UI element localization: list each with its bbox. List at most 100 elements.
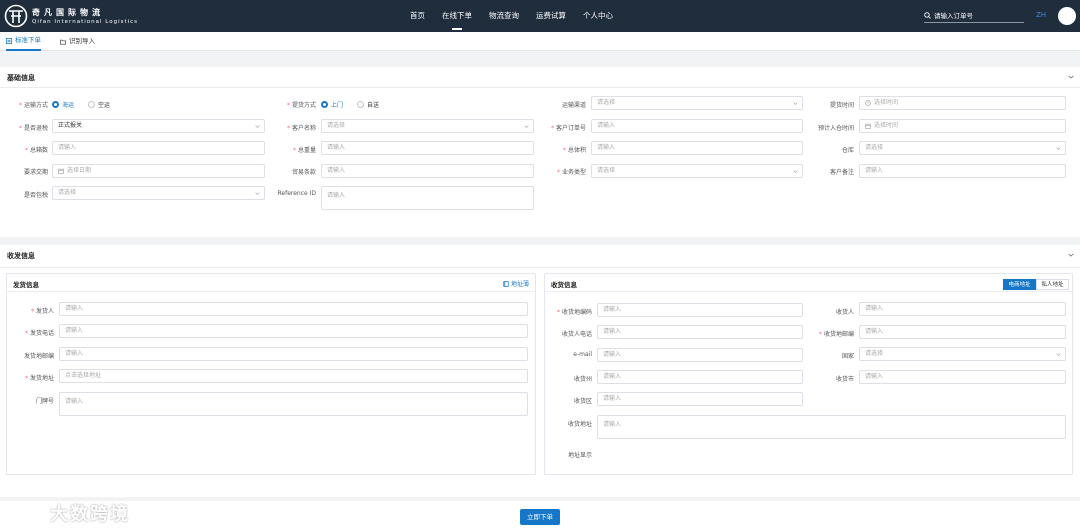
deadline-picker[interactable]: 选择日期 <box>52 164 265 178</box>
chevron-down-icon[interactable] <box>1068 74 1074 80</box>
label-volume: * 总体积 <box>562 147 586 154</box>
seg-ecommerce-address[interactable]: 电商地址 <box>1003 279 1036 290</box>
tab-standard-order[interactable]: 标准下单 <box>6 32 41 51</box>
order-no-input[interactable]: 请输入 <box>591 119 803 133</box>
tax-select[interactable]: 请选择 <box>52 186 265 200</box>
logo[interactable]: 奇凡国际物流 Qifan International Logistics <box>4 4 138 28</box>
remark-input[interactable]: 请输入 <box>859 164 1066 178</box>
chevron-down-icon <box>1056 147 1061 150</box>
watermark-logo-icon <box>6 507 46 521</box>
nav-tracking[interactable]: 物流查询 <box>489 0 519 32</box>
chevron-down-icon <box>524 125 529 128</box>
label-warehouse: 仓库 <box>841 147 854 154</box>
tab-import[interactable]: 识别导入 <box>60 32 95 51</box>
calendar-icon <box>865 123 871 129</box>
section-title: 基础信息 <box>7 74 35 82</box>
customs-select[interactable]: 正式报关 <box>52 119 265 133</box>
receiver-input[interactable]: 请输入 <box>859 302 1066 316</box>
weight-input[interactable]: 请输入 <box>321 141 534 155</box>
label-boxes: * 总箱数 <box>24 147 48 154</box>
email-input[interactable]: 请输入 <box>597 348 803 362</box>
sender-title: 发货信息 <box>13 281 39 289</box>
watermark: 大数跨境 <box>6 500 130 526</box>
nav-freight-calc[interactable]: 运费试算 <box>536 0 566 32</box>
label-email: e-mail <box>573 351 592 358</box>
label-door-no: 门牌号 <box>35 398 54 405</box>
label-tax: 是否包税 <box>23 192 48 199</box>
label-biz-type: * 业务类型 <box>556 169 586 176</box>
trade-input[interactable]: 请输入 <box>321 164 534 178</box>
label-deadline: 要求交期 <box>23 169 48 176</box>
sender-address-picker[interactable]: 点击选择地址 <box>59 369 528 383</box>
tab-label: 识别导入 <box>69 37 95 45</box>
radio-door-pickup[interactable]: 上门 <box>321 100 343 109</box>
label-sender-zip: 发货地邮编 <box>23 353 54 360</box>
seg-private-address[interactable]: 私人地址 <box>1036 279 1069 290</box>
label-receiver-phone: 收货人电话 <box>561 331 592 338</box>
boxes-input[interactable]: 请输入 <box>52 141 265 155</box>
address-book-link[interactable]: 地址薄 <box>503 279 529 288</box>
pickup-time-picker[interactable]: 选择时间 <box>859 96 1066 110</box>
label-receiver: 收货人 <box>835 309 854 316</box>
reference-id-textarea[interactable]: 请输入 <box>321 186 534 210</box>
order-tabs: 标准下单 识别导入 <box>0 32 1080 51</box>
tab-label: 标准下单 <box>15 36 41 44</box>
volume-input[interactable]: 请输入 <box>591 141 803 155</box>
state-input[interactable]: 请输入 <box>597 370 803 384</box>
biz-type-select[interactable]: 请选择 <box>591 164 803 178</box>
chevron-down-icon <box>255 192 260 195</box>
nav-home[interactable]: 首页 <box>410 0 425 32</box>
search-icon[interactable] <box>924 12 931 19</box>
label-reference-id: Reference ID <box>277 190 316 197</box>
label-sender-phone: * 发货电话 <box>24 330 54 337</box>
chevron-down-icon[interactable] <box>1068 252 1074 258</box>
label-sender: * 发货人 <box>30 308 54 315</box>
section-title: 收发信息 <box>7 252 35 260</box>
radio-sea[interactable]: 海运 <box>52 100 74 109</box>
clock-icon <box>865 100 871 106</box>
chevron-down-icon <box>1056 353 1061 356</box>
order-search-input[interactable] <box>934 11 1019 20</box>
door-no-textarea[interactable]: 请输入 <box>59 392 528 416</box>
label-state: 收货州 <box>573 376 592 383</box>
receiver-zip-input[interactable]: 请输入 <box>859 325 1066 339</box>
order-search <box>924 9 1024 23</box>
label-order-no: * 客户订单号 <box>550 125 586 132</box>
label-city: 收货市 <box>835 376 854 383</box>
warehouse-select[interactable]: 请选择 <box>859 141 1066 155</box>
sender-input[interactable]: 请输入 <box>59 302 528 316</box>
radio-self-delivery[interactable]: 自送 <box>357 100 379 109</box>
chevron-down-icon <box>793 102 798 105</box>
label-transport: * 运输方式 <box>18 102 48 109</box>
form-icon <box>6 37 12 44</box>
channel-select[interactable]: 请选择 <box>591 96 803 110</box>
sender-phone-input[interactable]: 请输入 <box>59 324 528 338</box>
receiver-phone-input[interactable]: 请输入 <box>597 325 803 339</box>
radio-air[interactable]: 空运 <box>88 100 110 109</box>
nav-online-order[interactable]: 在线下单 <box>442 0 472 32</box>
city-input[interactable]: 请输入 <box>859 370 1066 384</box>
sender-zip-input[interactable]: 请输入 <box>59 347 528 361</box>
label-address-display: 地址显示 <box>567 452 592 459</box>
logo-icon <box>4 4 28 28</box>
label-sender-address: * 发货地址 <box>24 375 54 382</box>
footer-bar: 立即下单 <box>0 501 1080 532</box>
label-receiver-zip: * 收货地邮编 <box>818 331 854 338</box>
top-nav-bar: 奇凡国际物流 Qifan International Logistics 首页 … <box>0 0 1080 32</box>
submit-order-button[interactable]: 立即下单 <box>520 509 560 525</box>
logo-text-cn: 奇凡国际物流 <box>32 8 104 17</box>
nav-personal-center[interactable]: 个人中心 <box>583 0 613 32</box>
label-district: 收货区 <box>573 398 592 405</box>
district-input[interactable]: 请输入 <box>597 392 803 406</box>
main-nav: 首页 在线下单 物流查询 运费试算 个人中心 <box>410 0 630 32</box>
label-weight: * 总重量 <box>292 147 316 154</box>
label-trade: 贸易条款 <box>291 169 316 176</box>
receiver-address-textarea[interactable]: 请输入 <box>597 415 1066 439</box>
avatar[interactable] <box>1058 7 1076 25</box>
customer-select[interactable]: 请选择 <box>321 119 534 133</box>
calendar-icon <box>58 168 64 174</box>
eta-picker[interactable]: 选择时间 <box>859 119 1066 133</box>
country-select[interactable]: 请选择 <box>859 347 1066 361</box>
receiver-code-input[interactable]: 请输入 <box>597 303 803 317</box>
language-switch[interactable]: ZH <box>1036 11 1046 19</box>
